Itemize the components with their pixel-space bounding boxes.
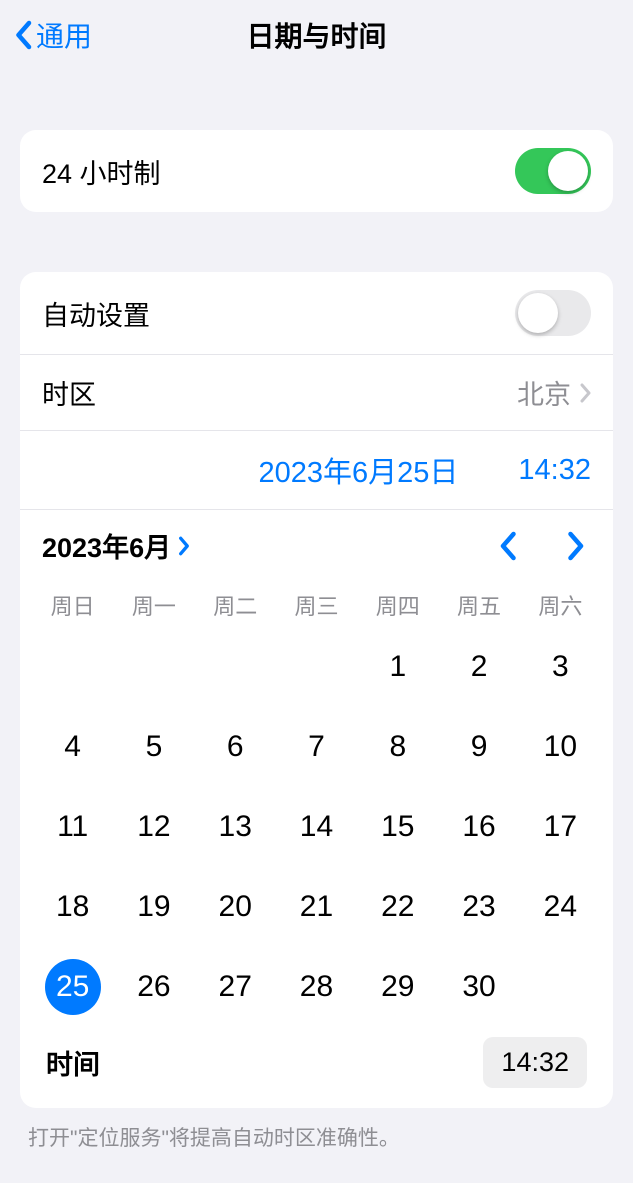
calendar-grid: 周日周一周二周三周四周五周六12345678910111213141516171… — [32, 575, 601, 1027]
row-timezone[interactable]: 时区 北京 — [20, 354, 613, 430]
chevron-right-icon — [565, 531, 585, 561]
calendar-day[interactable]: 30 — [438, 947, 519, 1027]
calendar-empty — [195, 627, 276, 707]
calendar-day[interactable]: 22 — [357, 867, 438, 947]
back-button[interactable]: 通用 — [14, 15, 92, 55]
calendar-day[interactable]: 12 — [113, 787, 194, 867]
chevron-left-icon — [499, 531, 519, 561]
calendar-day[interactable]: 19 — [113, 867, 194, 947]
calendar-day[interactable]: 16 — [438, 787, 519, 867]
calendar-day[interactable]: 29 — [357, 947, 438, 1027]
back-label: 通用 — [36, 15, 92, 55]
weekday-header: 周三 — [276, 575, 357, 627]
row-24-hour-label: 24 小时制 — [42, 152, 515, 191]
row-selected-datetime: 2023年6月25日 14:32 — [20, 430, 613, 509]
selected-date[interactable]: 2023年6月25日 — [259, 449, 459, 491]
row-timezone-value: 北京 — [517, 373, 571, 412]
page-title: 日期与时间 — [0, 15, 633, 55]
prev-month-button[interactable] — [499, 531, 519, 561]
selected-time[interactable]: 14:32 — [518, 454, 591, 487]
switch-auto-set[interactable] — [515, 290, 591, 336]
month-picker[interactable]: 2023年6月 — [42, 526, 191, 565]
row-auto-set-label: 自动设置 — [42, 294, 515, 333]
calendar-day[interactable]: 14 — [276, 787, 357, 867]
calendar-empty — [276, 627, 357, 707]
calendar-day[interactable]: 15 — [357, 787, 438, 867]
calendar-day[interactable]: 6 — [195, 707, 276, 787]
calendar-day[interactable]: 5 — [113, 707, 194, 787]
row-timezone-label: 时区 — [42, 373, 517, 412]
calendar-day[interactable]: 18 — [32, 867, 113, 947]
calendar-day[interactable]: 20 — [195, 867, 276, 947]
row-24-hour: 24 小时制 — [20, 130, 613, 212]
row-auto-set: 自动设置 — [20, 272, 613, 354]
calendar-day[interactable]: 4 — [32, 707, 113, 787]
calendar-day[interactable]: 24 — [520, 867, 601, 947]
calendar-day[interactable]: 1 — [357, 627, 438, 707]
calendar-day[interactable]: 10 — [520, 707, 601, 787]
switch-24-hour[interactable] — [515, 148, 591, 194]
calendar-empty — [32, 627, 113, 707]
calendar-day[interactable]: 23 — [438, 867, 519, 947]
calendar-day[interactable]: 9 — [438, 707, 519, 787]
calendar-day[interactable]: 25 — [32, 947, 113, 1027]
calendar-day[interactable]: 2 — [438, 627, 519, 707]
weekday-header: 周五 — [438, 575, 519, 627]
calendar-day[interactable]: 7 — [276, 707, 357, 787]
calendar-day[interactable]: 8 — [357, 707, 438, 787]
calendar-day[interactable]: 26 — [113, 947, 194, 1027]
calendar-day[interactable]: 11 — [32, 787, 113, 867]
weekday-header: 周六 — [520, 575, 601, 627]
calendar-day[interactable]: 21 — [276, 867, 357, 947]
calendar-day[interactable]: 13 — [195, 787, 276, 867]
calendar-empty — [113, 627, 194, 707]
weekday-header: 周二 — [195, 575, 276, 627]
calendar-day[interactable]: 3 — [520, 627, 601, 707]
time-picker[interactable]: 14:32 — [483, 1037, 587, 1088]
next-month-button[interactable] — [565, 531, 585, 561]
chevron-left-icon — [14, 20, 32, 50]
month-label: 2023年6月 — [42, 526, 171, 565]
time-label: 时间 — [46, 1043, 483, 1082]
footer-note: 打开"定位服务"将提高自动时区准确性。 — [28, 1122, 613, 1152]
chevron-right-icon — [579, 383, 591, 403]
chevron-right-icon — [177, 535, 191, 557]
weekday-header: 周一 — [113, 575, 194, 627]
calendar-day[interactable]: 28 — [276, 947, 357, 1027]
calendar-day[interactable]: 17 — [520, 787, 601, 867]
calendar-day[interactable]: 27 — [195, 947, 276, 1027]
weekday-header: 周日 — [32, 575, 113, 627]
weekday-header: 周四 — [357, 575, 438, 627]
